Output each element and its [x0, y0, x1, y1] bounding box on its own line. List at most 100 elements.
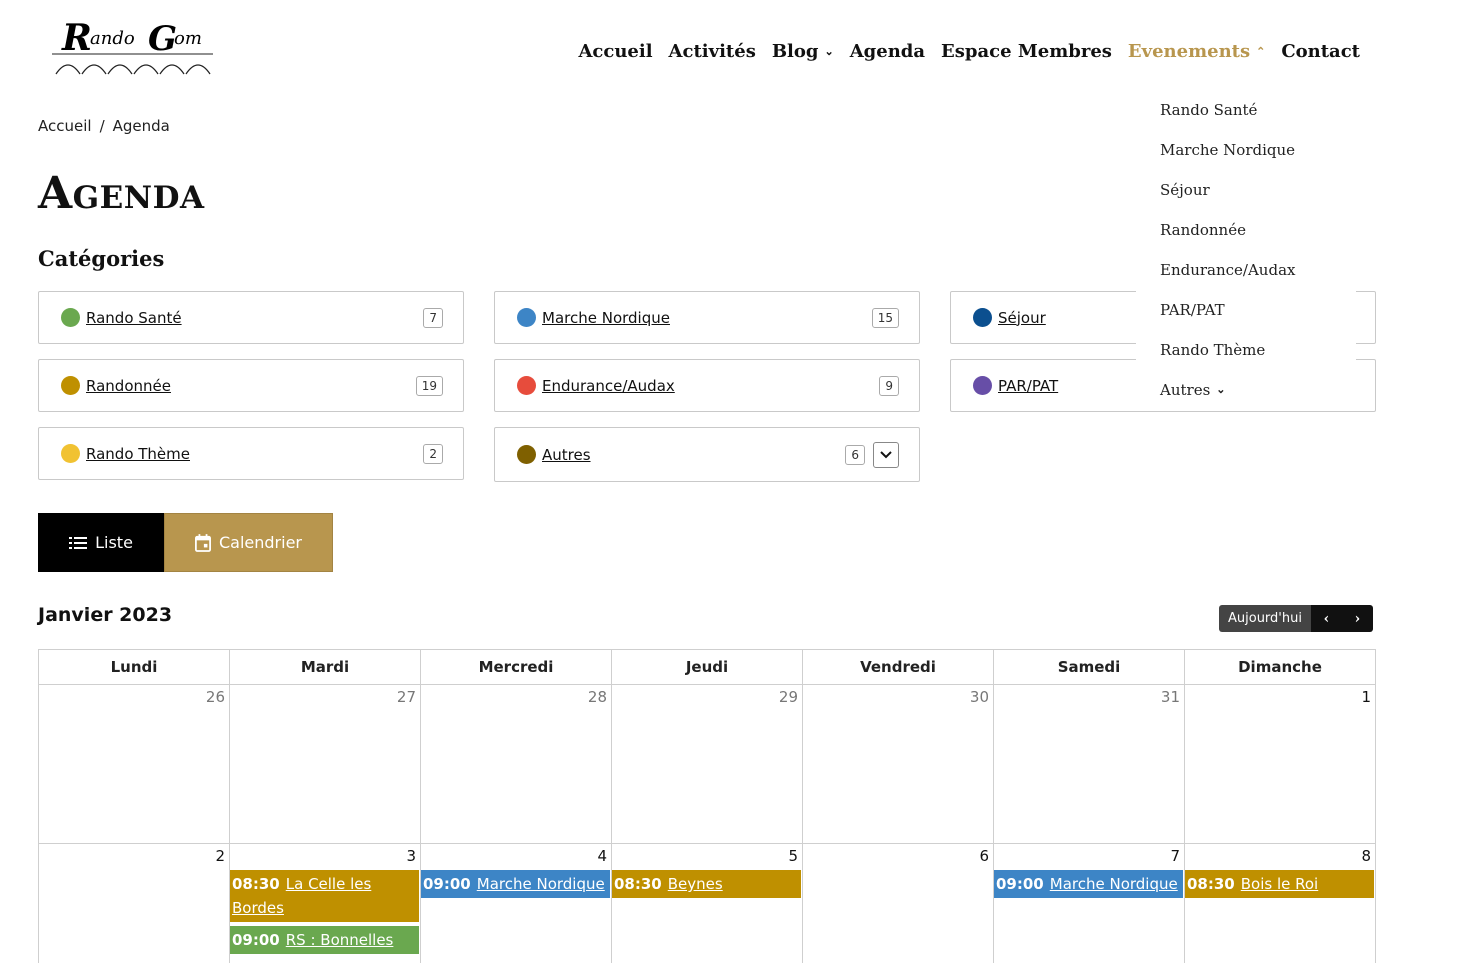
calendar-week-row: 2 3 08:30 La Celle les Bordes 09:00 RS : B… [39, 844, 1376, 963]
svg-text:G: G [148, 19, 177, 59]
category-card-autres[interactable]: Autres 6 [494, 427, 920, 482]
weekday-header: Mardi [230, 650, 421, 685]
calendar-event[interactable]: 09:00 RS : Bonnelles [230, 926, 419, 954]
nav-agenda[interactable]: Agenda [842, 41, 933, 62]
calendar-view-button[interactable]: Calendrier [164, 513, 333, 572]
breadcrumb-separator: / [99, 117, 105, 135]
category-card-rando-sante[interactable]: Rando Santé 7 [38, 291, 464, 344]
day-cell[interactable]: 7 09:00 Marche Nordique [994, 844, 1185, 963]
category-count: 6 [845, 444, 865, 465]
dropdown-item-rando-theme[interactable]: Rando Thème [1136, 330, 1356, 370]
calendar-event[interactable]: 09:00 Marche Nordique [994, 870, 1183, 898]
event-title[interactable]: Bois le Roi [1241, 875, 1318, 893]
nav-espace-membres[interactable]: Espace Membres [933, 41, 1120, 62]
today-button[interactable]: Aujourd'hui [1219, 605, 1311, 632]
chevron-down-icon: ⌄ [824, 44, 834, 58]
nav-activites[interactable]: Activités [661, 41, 764, 62]
event-title[interactable]: Marche Nordique [1050, 875, 1178, 893]
nav-evenements[interactable]: Evenements ⌃ [1120, 41, 1273, 62]
day-cell[interactable]: 30 [803, 685, 994, 844]
day-number: 7 [1170, 847, 1180, 865]
logo-text-2: om [174, 28, 202, 49]
nav-contact[interactable]: Contact [1273, 41, 1368, 62]
event-title[interactable]: RS : Bonnelles [286, 931, 394, 949]
day-cell[interactable]: 8 08:30 Bois le Roi [1185, 844, 1376, 963]
chevron-right-icon: › [1354, 610, 1361, 627]
day-cell[interactable]: 2 [39, 844, 230, 963]
day-cell[interactable]: 4 09:00 Marche Nordique [421, 844, 612, 963]
next-month-button[interactable]: › [1341, 605, 1373, 632]
day-cell[interactable]: 27 [230, 685, 421, 844]
day-cell[interactable]: 3 08:30 La Celle les Bordes 09:00 RS : Bon… [230, 844, 421, 963]
calendar-event[interactable]: 09:00 Marche Nordique [421, 870, 610, 898]
chevron-left-icon: ‹ [1323, 610, 1330, 627]
weekday-header-row: Lundi Mardi Mercredi Jeudi Vendredi Same… [39, 650, 1376, 685]
category-card-marche-nordique[interactable]: Marche Nordique 15 [494, 291, 920, 344]
category-count: 9 [879, 375, 899, 396]
calendar-event[interactable]: 08:30 Bois le Roi [1185, 870, 1374, 898]
day-number: 31 [1160, 688, 1180, 706]
category-count: 19 [415, 375, 443, 396]
day-cell[interactable]: 5 08:30 Beynes [612, 844, 803, 963]
day-cell[interactable]: 6 [803, 844, 994, 963]
dropdown-item-par-pat[interactable]: PAR/PAT [1136, 290, 1356, 330]
evenements-dropdown: Rando Santé Marche Nordique Séjour Rando… [1136, 82, 1356, 400]
day-number: 2 [215, 847, 225, 865]
day-number: 8 [1361, 847, 1371, 865]
breadcrumb-home[interactable]: Accueil [38, 117, 92, 135]
event-title[interactable]: Marche Nordique [477, 875, 605, 893]
weekday-header: Vendredi [803, 650, 994, 685]
category-count: 2 [423, 443, 443, 464]
main-nav: Accueil Activités Blog ⌄ Agenda Espace Me… [570, 38, 1368, 64]
view-toggle: Liste Calendrier [38, 513, 333, 572]
chevron-down-icon [880, 450, 892, 458]
day-cell[interactable]: 1 [1185, 685, 1376, 844]
weekday-header: Lundi [39, 650, 230, 685]
category-dot-icon [517, 308, 536, 327]
category-dot-icon [517, 376, 536, 395]
expand-subcategories-button[interactable] [873, 441, 899, 468]
category-card-endurance-audax[interactable]: Endurance/Audax 9 [494, 359, 920, 412]
day-number: 4 [597, 847, 607, 865]
day-cell[interactable]: 26 [39, 685, 230, 844]
category-label[interactable]: Rando Santé [86, 309, 423, 327]
category-label[interactable]: Autres [542, 446, 845, 464]
day-number: 28 [587, 688, 607, 706]
dropdown-item-marche-nordique[interactable]: Marche Nordique [1136, 130, 1356, 170]
calendar-event[interactable]: 08:30 La Celle les Bordes [230, 870, 419, 922]
dropdown-item-randonnee[interactable]: Randonnée [1136, 210, 1356, 250]
category-card-randonnee[interactable]: Randonnée 19 [38, 359, 464, 412]
category-count: 15 [871, 307, 899, 328]
day-number: 6 [979, 847, 989, 865]
day-number: 29 [778, 688, 798, 706]
calendar-event[interactable]: 08:30 Beynes [612, 870, 801, 898]
category-label[interactable]: Marche Nordique [542, 309, 872, 327]
event-title[interactable]: Beynes [668, 875, 723, 893]
category-label[interactable]: Rando Thème [86, 445, 423, 463]
logo-text-1: ando [90, 28, 135, 49]
day-cell[interactable]: 31 [994, 685, 1185, 844]
list-view-button[interactable]: Liste [38, 513, 164, 572]
breadcrumb-current: Agenda [112, 117, 170, 135]
category-label[interactable]: Endurance/Audax [542, 377, 879, 395]
page-title: Agenda [38, 168, 205, 219]
category-label[interactable]: Randonnée [86, 377, 416, 395]
day-number: 3 [406, 847, 416, 865]
day-cell[interactable]: 29 [612, 685, 803, 844]
dropdown-item-sejour[interactable]: Séjour [1136, 170, 1356, 210]
chevron-down-icon: ⌄ [1216, 383, 1226, 396]
dropdown-item-endurance[interactable]: Endurance/Audax [1136, 250, 1356, 290]
dropdown-item-autres[interactable]: Autres ⌄ [1136, 370, 1356, 410]
event-time: 09:00 [996, 875, 1044, 893]
category-dot-icon [61, 376, 80, 395]
nav-blog[interactable]: Blog ⌄ [764, 41, 842, 62]
nav-accueil[interactable]: Accueil [570, 41, 660, 62]
day-cell[interactable]: 28 [421, 685, 612, 844]
site-logo[interactable]: R ando G om [50, 12, 215, 84]
calendar-month-title: Janvier 2023 [38, 604, 173, 626]
category-dot-icon [517, 445, 536, 464]
prev-month-button[interactable]: ‹ [1310, 605, 1342, 632]
list-icon [69, 536, 88, 549]
category-card-rando-theme[interactable]: Rando Thème 2 [38, 427, 464, 480]
dropdown-item-rando-sante[interactable]: Rando Santé [1136, 90, 1356, 130]
